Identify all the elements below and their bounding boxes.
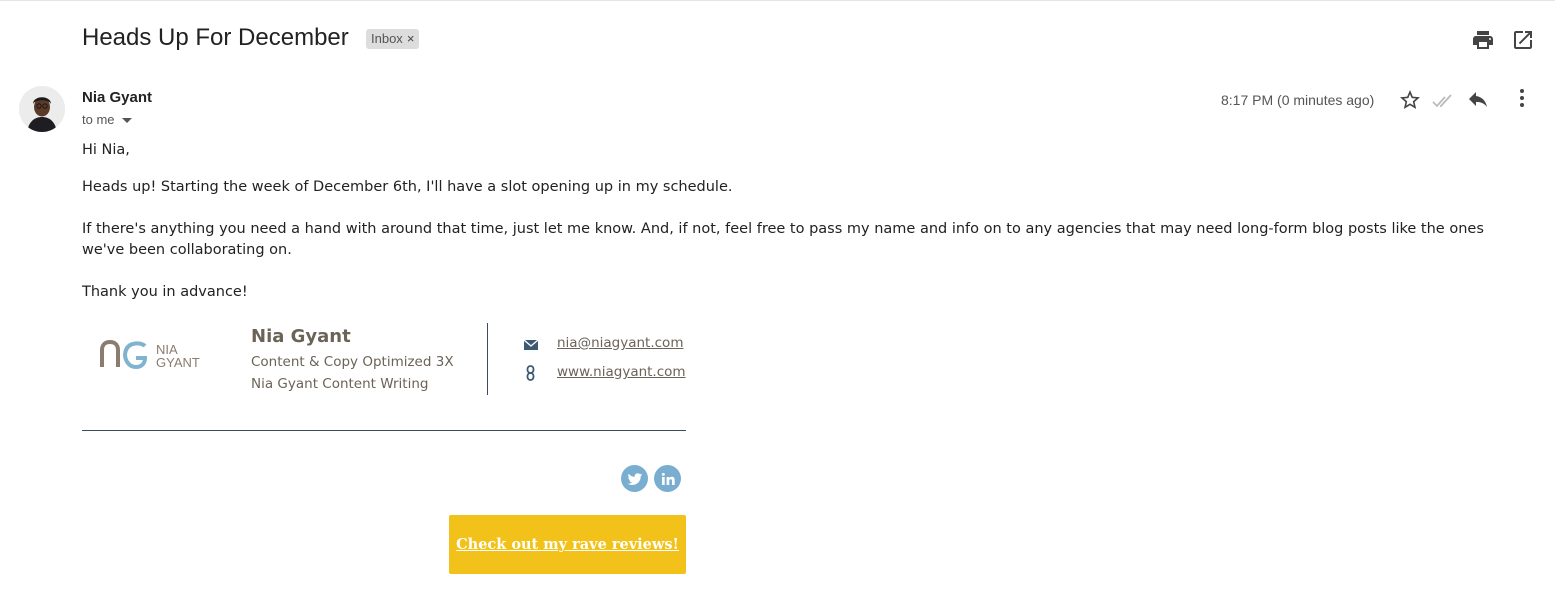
linkedin-icon[interactable] [654, 465, 681, 492]
link-icon [523, 365, 539, 381]
signature-tagline: Content & Copy Optimized 3X [251, 354, 454, 370]
signature-separator [82, 430, 686, 431]
star-icon[interactable] [1398, 88, 1422, 112]
recipient-details-toggle[interactable]: to me [82, 112, 132, 127]
reply-icon[interactable] [1466, 87, 1490, 111]
recipient-text: to me [82, 112, 115, 127]
top-border [0, 0, 1555, 1]
mail-icon [523, 337, 539, 353]
email-timestamp: 8:17 PM (0 minutes ago) [1221, 92, 1375, 108]
open-in-new-window-icon[interactable] [1511, 28, 1535, 52]
twitter-icon[interactable] [621, 465, 648, 492]
email-greeting: Hi Nia, [82, 142, 130, 158]
email-subject: Heads Up For December [82, 24, 349, 51]
signature-email-link[interactable]: nia@niagyant.com [557, 335, 683, 351]
logo-text-gyant: GYANT [156, 355, 200, 370]
signature-logo: NIA GYANT [98, 336, 213, 376]
rave-reviews-button[interactable]: Check out my rave reviews! [449, 515, 686, 574]
rave-reviews-label: Check out my rave reviews! [456, 536, 679, 553]
signature-divider [487, 323, 488, 395]
remove-label-icon[interactable]: × [407, 29, 415, 49]
label-text: Inbox [371, 31, 403, 46]
sender-name[interactable]: Nia Gyant [82, 89, 152, 106]
inbox-label-chip[interactable]: Inbox × [366, 29, 420, 49]
read-check-icon[interactable] [1431, 89, 1455, 113]
email-paragraph-2: If there's anything you need a hand with… [82, 221, 1484, 258]
signature-website-link[interactable]: www.niagyant.com [557, 364, 686, 380]
more-vert-icon[interactable] [1510, 86, 1534, 110]
sender-avatar[interactable] [19, 86, 65, 132]
chevron-down-icon [121, 118, 132, 123]
signature-company: Nia Gyant Content Writing [251, 376, 429, 392]
signature-name: Nia Gyant [251, 326, 351, 347]
print-icon[interactable] [1471, 28, 1495, 52]
email-paragraph-1: Heads up! Starting the week of December … [82, 179, 733, 195]
email-closing: Thank you in advance! [82, 284, 248, 300]
